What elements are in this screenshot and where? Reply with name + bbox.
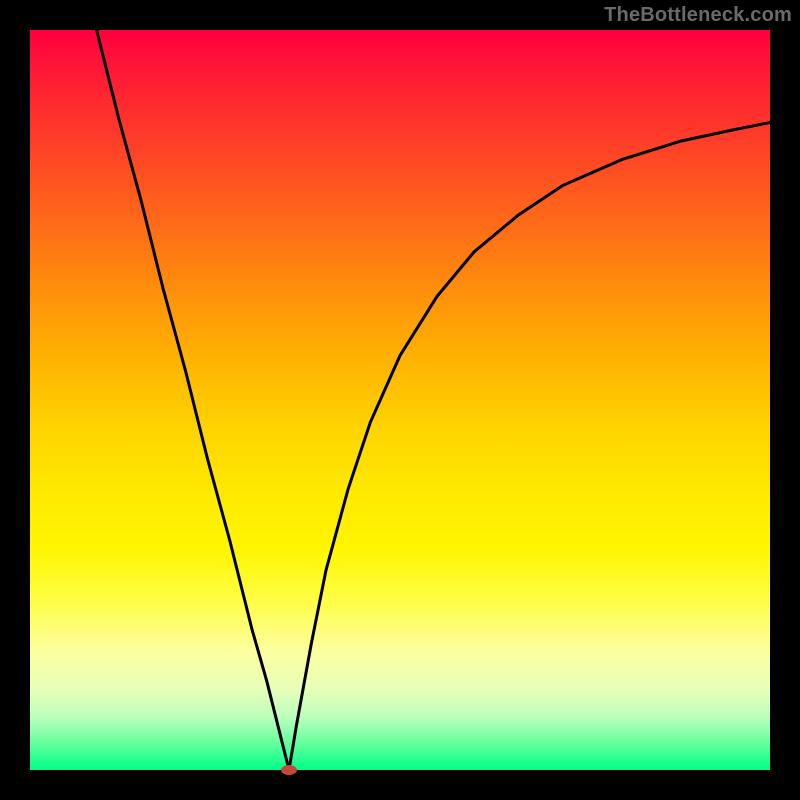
- chart-container: TheBottleneck.com: [0, 0, 800, 800]
- curve-svg: [30, 30, 770, 770]
- minimum-marker: [281, 765, 297, 775]
- curve-right-branch: [289, 123, 770, 771]
- watermark-text: TheBottleneck.com: [604, 4, 792, 27]
- curve-left-branch: [97, 30, 289, 770]
- plot-area: [30, 30, 770, 770]
